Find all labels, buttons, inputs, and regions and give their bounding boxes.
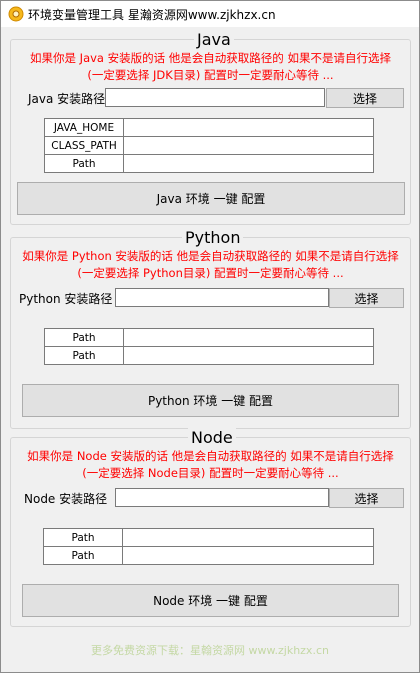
python-var-name-path-1: Path [44,328,124,347]
node-var-value-path-2[interactable] [122,546,374,565]
table-row: Path [43,546,374,565]
app-window: 环境变量管理工具 星瀚资源网www.zjkhzx.cn Java 如果你是 Ja… [0,0,420,673]
window-title: 环境变量管理工具 星瀚资源网www.zjkhzx.cn [28,8,276,22]
node-path-input[interactable] [115,488,329,507]
table-row: JAVA_HOME [44,118,374,137]
python-path-label: Python 安装路径 [19,292,113,306]
python-var-name-path-2: Path [44,346,124,365]
java-var-name-class-path: CLASS_PATH [44,136,124,155]
python-browse-button[interactable]: 选择 [329,288,404,308]
node-var-name-path-2: Path [43,546,123,565]
java-path-input[interactable] [105,88,325,107]
java-configure-button[interactable]: Java 环境 一键 配置 [17,182,405,215]
node-group-title: Node [188,428,236,448]
title-bar[interactable]: 环境变量管理工具 星瀚资源网www.zjkhzx.cn [1,1,419,27]
gear-app-icon [8,6,24,22]
python-var-value-path-1[interactable] [123,328,374,347]
node-configure-button[interactable]: Node 环境 一键 配置 [22,584,399,617]
java-var-value-class-path[interactable] [123,136,374,155]
table-row: Path [43,528,374,547]
java-group: Java 如果你是 Java 安装版的话 他是会自动获取路径的 如果不是请自行选… [10,30,411,225]
java-path-label: Java 安装路径 [28,92,106,106]
node-warning-line1: 如果你是 Node 安装版的话 他是会自动获取路径的 如果不是请自行选择 [27,449,394,463]
java-var-value-java-home[interactable] [123,118,374,137]
python-configure-button[interactable]: Python 环境 一键 配置 [22,384,399,417]
table-row: Path [44,154,374,173]
java-warning-line1: 如果你是 Java 安装版的话 他是会自动获取路径的 如果不是请自行选择 [30,51,391,65]
footer-promo-text: 更多免费资源下载：星翰资源网 www.zjkhzx.cn [91,644,329,657]
python-warning-line1: 如果你是 Python 安装版的话 他是会自动获取路径的 如果不是请自行选择 [22,249,399,263]
table-row: CLASS_PATH [44,136,374,155]
node-var-name-path-1: Path [43,528,123,547]
java-variable-table: JAVA_HOME CLASS_PATH Path [44,118,374,173]
node-var-value-path-1[interactable] [122,528,374,547]
python-variable-table: Path Path [44,328,374,365]
java-var-value-path[interactable] [123,154,374,173]
java-var-name-path: Path [44,154,124,173]
python-path-input[interactable] [115,288,329,307]
node-variable-table: Path Path [43,528,374,565]
java-var-name-java-home: JAVA_HOME [44,118,124,137]
python-var-value-path-2[interactable] [123,346,374,365]
table-row: Path [44,328,374,347]
python-group-title: Python [182,228,244,248]
python-group: Python 如果你是 Python 安装版的话 他是会自动获取路径的 如果不是… [10,228,411,429]
node-path-label: Node 安装路径 [24,492,108,506]
java-group-title: Java [194,30,234,50]
node-group: Node 如果你是 Node 安装版的话 他是会自动获取路径的 如果不是请自行选… [10,428,411,627]
java-warning-line2: (一定要选择 JDK目录) 配置时一定要耐心等待 ... [87,68,334,82]
python-warning-line2: (一定要选择 Python目录) 配置时一定要耐心等待 ... [77,266,344,280]
node-warning-line2: (一定要选择 Node目录) 配置时一定要耐心等待 ... [82,466,339,480]
node-browse-button[interactable]: 选择 [329,488,404,508]
java-browse-button[interactable]: 选择 [326,88,404,108]
table-row: Path [44,346,374,365]
